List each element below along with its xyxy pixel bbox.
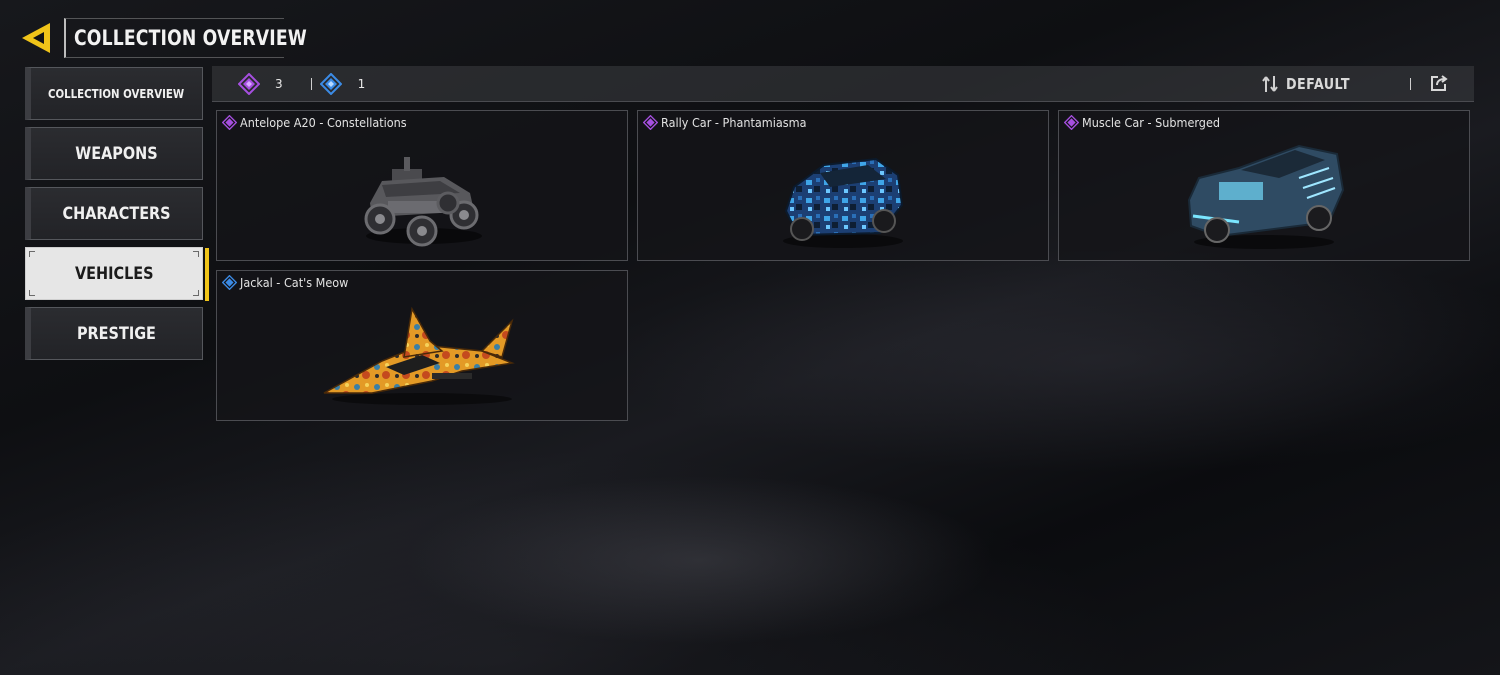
filter-bar: 3 1 DEFAULT <box>212 66 1474 102</box>
rare-count: 1 <box>357 76 366 91</box>
item-card[interactable]: Jackal - Cat's Meow <box>216 270 628 421</box>
epic-rarity-filter[interactable]: 3 <box>238 72 283 95</box>
item-name: Jackal - Cat's Meow <box>240 275 349 290</box>
item-title: Antelope A20 - Constellations <box>222 115 425 130</box>
header: COLLECTION OVERVIEW <box>18 18 307 58</box>
epic-rarity-icon <box>1064 115 1079 130</box>
divider <box>1410 78 1411 90</box>
item-title: Rally Car - Phantamiasma <box>643 115 823 130</box>
item-title: Muscle Car - Submerged <box>1064 115 1235 130</box>
sidebar-item-label: COLLECTION OVERVIEW <box>48 86 185 101</box>
jet-image <box>217 293 627 418</box>
sidebar-item-label: PRESTIGE <box>77 323 156 344</box>
item-card[interactable]: Antelope A20 - Constellations <box>216 110 628 261</box>
epic-rarity-icon <box>222 115 237 130</box>
item-title: Jackal - Cat's Meow <box>222 275 360 290</box>
sidebar-item-label: WEAPONS <box>75 143 158 164</box>
share-icon <box>1431 75 1448 91</box>
item-card[interactable]: Rally Car - Phantamiasma <box>637 110 1049 261</box>
epic-count: 3 <box>275 76 283 91</box>
page-title-box: COLLECTION OVERVIEW <box>64 18 307 58</box>
page-title: COLLECTION OVERVIEW <box>74 26 307 50</box>
sidebar-item-vehicles[interactable]: VEHICLES <box>25 247 209 301</box>
item-name: Rally Car - Phantamiasma <box>661 115 807 130</box>
sort-button[interactable]: DEFAULT <box>1262 66 1361 102</box>
sidebar-item-label: VEHICLES <box>74 263 154 284</box>
sidebar-item-collection-overview[interactable]: COLLECTION OVERVIEW <box>25 67 203 120</box>
back-arrow-icon <box>22 23 50 53</box>
sidebar-item-weapons[interactable]: WEAPONS <box>25 127 203 180</box>
item-name: Muscle Car - Submerged <box>1082 115 1221 130</box>
rare-rarity-icon <box>319 72 342 95</box>
divider <box>310 77 312 90</box>
rare-rarity-icon <box>222 275 237 290</box>
sort-label: DEFAULT <box>1286 75 1351 93</box>
epic-rarity-icon <box>238 72 260 95</box>
sort-arrows-icon <box>1262 76 1278 92</box>
rally-car-image <box>638 133 1048 258</box>
muscle-car-image <box>1059 133 1469 258</box>
item-name: Antelope A20 - Constellations <box>240 115 407 130</box>
sidebar: COLLECTION OVERVIEW WEAPONS CHARACTERS V… <box>25 67 209 367</box>
item-card[interactable]: Muscle Car - Submerged <box>1058 110 1470 261</box>
offroad-buggy-image <box>217 133 627 258</box>
epic-rarity-icon <box>643 115 658 130</box>
rare-rarity-filter[interactable]: 1 <box>319 72 366 95</box>
sidebar-item-characters[interactable]: CHARACTERS <box>25 187 203 240</box>
sidebar-item-label: CHARACTERS <box>62 203 171 224</box>
back-button[interactable] <box>18 18 58 58</box>
sidebar-item-prestige[interactable]: PRESTIGE <box>25 307 203 360</box>
share-button[interactable] <box>1429 73 1449 96</box>
